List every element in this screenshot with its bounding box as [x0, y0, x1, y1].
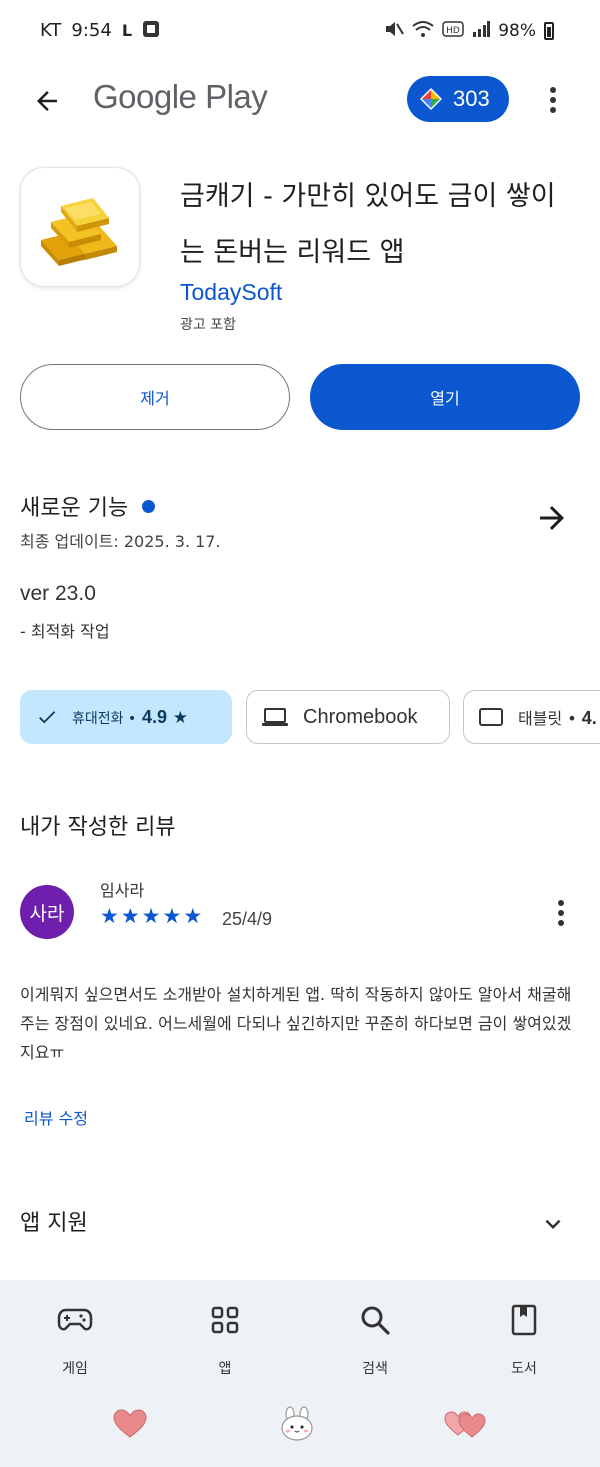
- expand-button[interactable]: [538, 1209, 568, 1239]
- play-points-button[interactable]: 303: [407, 76, 509, 122]
- whats-new-arrow-button[interactable]: [534, 500, 570, 536]
- star-icon: ★: [162, 904, 182, 928]
- chip-phone-rating: 4.9: [141, 706, 167, 727]
- chip-phone[interactable]: 휴대전화 • 4.9 ★: [20, 690, 232, 744]
- status-bar: KT 9:54 L HD 98%: [0, 0, 600, 62]
- chip-chromebook[interactable]: Chromebook: [246, 690, 450, 744]
- clock: 9:54: [71, 20, 112, 41]
- top-app-bar: Google Play 303: [0, 62, 600, 138]
- arrow-back-icon: [37, 91, 57, 111]
- hd-icon: HD: [442, 21, 464, 40]
- nav-apps-label: 앱: [218, 1361, 232, 1377]
- app-title: 금캐기 - 가만히 있어도 금이 쌓이는 돈버는 리워드 앱: [180, 181, 556, 268]
- whats-new-heading: 새로운 기능: [20, 490, 156, 522]
- whats-new-section[interactable]: 새로운 기능 최종 업데이트: 2025. 3. 17. ver 23.0 - …: [0, 480, 600, 650]
- edit-review-link[interactable]: 리뷰 수정: [24, 1105, 88, 1129]
- uninstall-button[interactable]: 제거: [20, 364, 290, 430]
- last-updated: 최종 업데이트: 2025. 3. 17.: [20, 532, 221, 551]
- star-icon: ★: [183, 904, 203, 928]
- chip-chromebook-label: Chromebook: [303, 705, 418, 728]
- carrier: KT: [40, 20, 62, 41]
- my-review-title: 내가 작성한 리뷰: [20, 815, 176, 840]
- star-icon: ★: [141, 904, 161, 928]
- nav-search-label: 검색: [362, 1361, 388, 1377]
- device-filter-chips: 휴대전화 • 4.9 ★ Chromebook 태블릿 • 4.: [0, 690, 600, 746]
- status-left: KT 9:54 L: [40, 20, 160, 41]
- bunny-face-icon: [281, 1406, 313, 1441]
- nav-search[interactable]: 검색: [325, 1300, 425, 1390]
- review-more-button[interactable]: [546, 895, 576, 931]
- nav-books[interactable]: 도서: [474, 1300, 574, 1390]
- play-points-count: 303: [453, 86, 490, 111]
- svg-text:HD: HD: [446, 26, 460, 36]
- double-heart-icon: [444, 1411, 486, 1438]
- signal-icon: [472, 21, 491, 40]
- book-icon: [511, 1304, 537, 1336]
- chip-tablet[interactable]: 태블릿 • 4.: [463, 690, 600, 744]
- version-text: ver 23.0: [20, 582, 96, 605]
- more-vert-icon: [550, 87, 556, 113]
- chip-tablet-label: 태블릿 •: [518, 709, 577, 728]
- app-support-section[interactable]: 앱 지원: [0, 1195, 600, 1255]
- apps-grid-icon: [211, 1306, 239, 1334]
- more-vert-icon: [558, 900, 564, 926]
- mute-icon: [384, 20, 405, 41]
- laptop-icon: [262, 708, 288, 726]
- more-options-button[interactable]: [538, 80, 568, 120]
- release-note: - 최적화 작업: [20, 622, 110, 641]
- back-button[interactable]: [26, 80, 68, 122]
- app-notification-icon: [142, 20, 160, 41]
- review-stars: ★ ★ ★ ★ ★: [100, 905, 202, 927]
- battery-icon: [544, 21, 554, 40]
- heart-icon: [113, 1409, 147, 1438]
- search-icon: [361, 1306, 390, 1335]
- system-recents-button[interactable]: [440, 1404, 490, 1444]
- arrow-forward-icon: [540, 506, 564, 530]
- gamepad-icon: [57, 1308, 93, 1331]
- system-back-button[interactable]: [105, 1404, 155, 1444]
- play-points-icon: [420, 88, 442, 110]
- whats-new-title: 새로운 기능: [20, 496, 129, 521]
- app-support-title: 앱 지원: [20, 1211, 88, 1236]
- open-button[interactable]: 열기: [310, 364, 580, 430]
- star-icon: ★: [120, 904, 140, 928]
- nav-games[interactable]: 게임: [25, 1300, 125, 1390]
- google-play-logo-text: Google Play: [93, 78, 268, 115]
- my-review-section: 내가 작성한 리뷰 사라 임사라 ★ ★ ★ ★ ★ 25/4/9 이게뭐지 싶…: [0, 805, 600, 1135]
- reviewer-name: 임사라: [100, 881, 145, 900]
- contains-ads-label: 광고 포함: [180, 317, 236, 333]
- nav-books-label: 도서: [511, 1361, 537, 1377]
- install-actions: 제거 열기: [20, 364, 580, 430]
- bottom-navigation: 게임 앱 검색 도서: [0, 1280, 600, 1467]
- wifi-icon: [412, 20, 434, 41]
- system-home-button[interactable]: [272, 1404, 322, 1444]
- star-icon: ★: [100, 904, 119, 928]
- tablet-icon: [479, 708, 503, 726]
- avatar: 사라: [20, 885, 74, 939]
- chip-phone-label: 휴대전화 •: [72, 710, 137, 727]
- review-date: 25/4/9: [222, 909, 273, 929]
- review-text: 이게뭐지 싶으면서도 소개받아 설치하게된 앱. 딱히 작동하지 않아도 알아서…: [20, 985, 572, 1062]
- nav-games-label: 게임: [62, 1361, 88, 1377]
- app-header: 금캐기 - 가만히 있어도 금이 쌓이는 돈버는 리워드 앱 TodaySoft…: [0, 165, 600, 345]
- nav-apps[interactable]: 앱: [175, 1300, 275, 1390]
- battery-percent: 98%: [498, 20, 536, 41]
- chevron-down-icon: [545, 1219, 561, 1229]
- chip-tablet-rating: 4.: [581, 708, 597, 728]
- l-notification-icon: L: [121, 20, 133, 40]
- developer-link[interactable]: TodaySoft: [180, 279, 282, 306]
- new-indicator-dot: [142, 499, 156, 513]
- gold-bars-icon: [41, 198, 117, 266]
- check-icon: [39, 711, 56, 724]
- star-icon: ★: [172, 707, 188, 728]
- status-right: HD 98%: [384, 20, 554, 41]
- app-icon: [20, 167, 140, 287]
